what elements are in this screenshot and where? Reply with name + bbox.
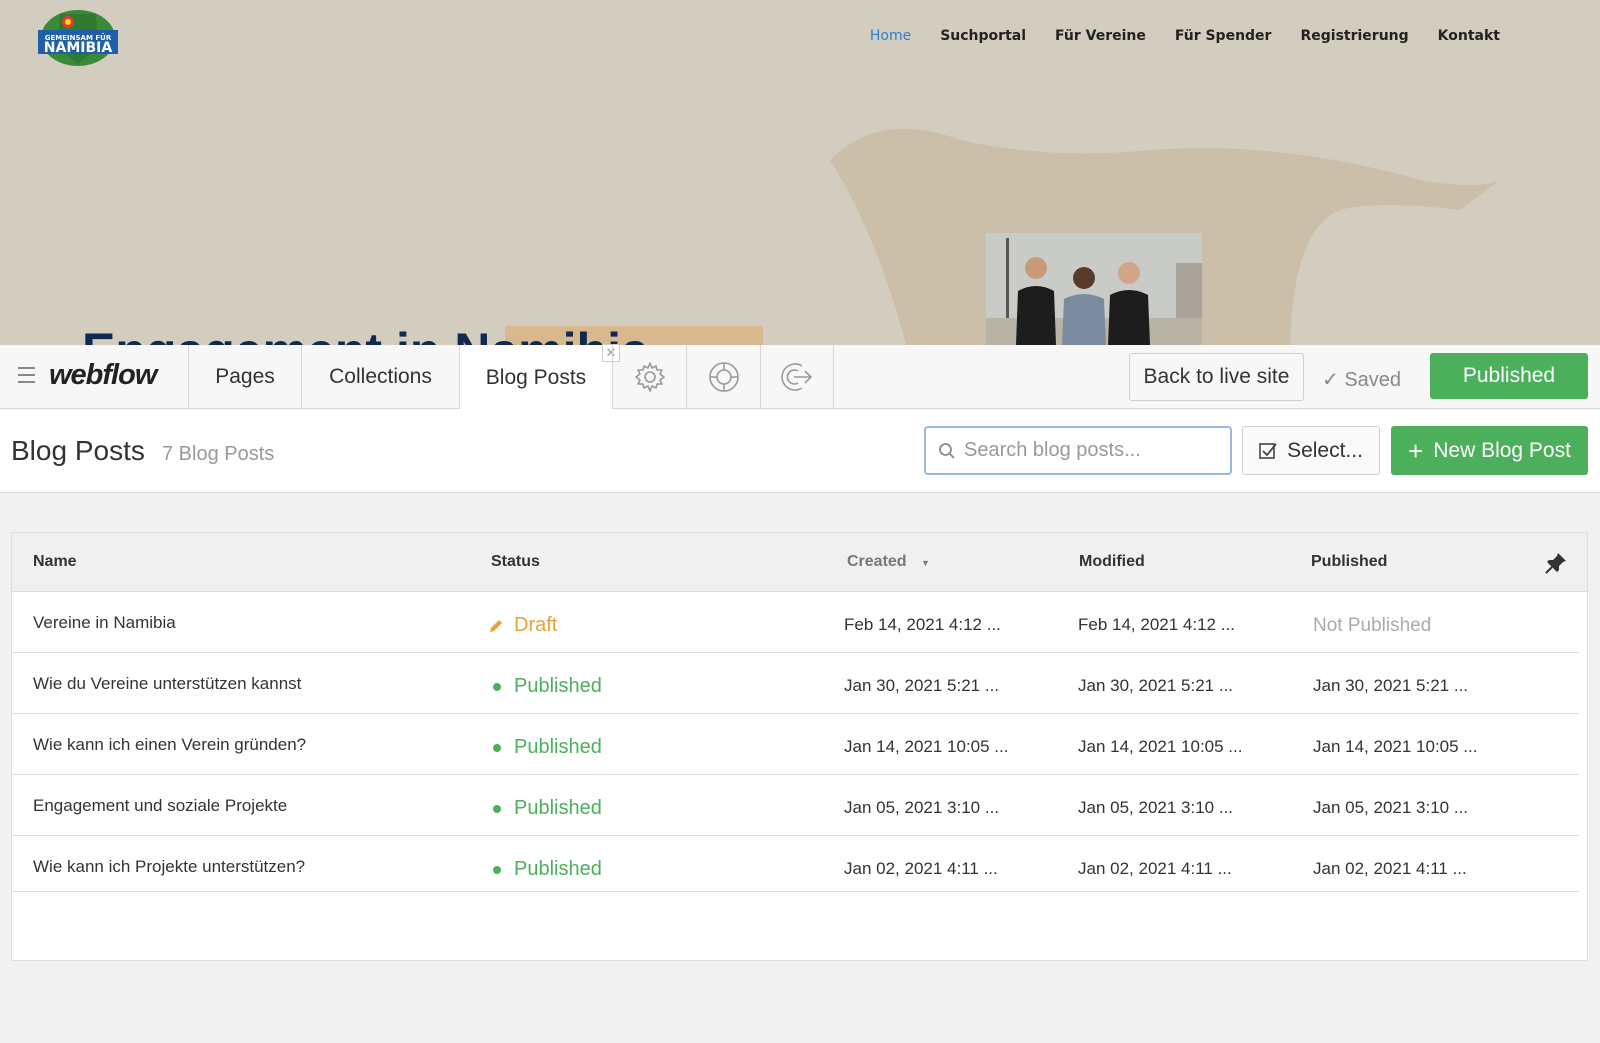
collection-header: Blog Posts 7 Blog Posts Select... + New … — [0, 409, 1600, 493]
column-created[interactable]: Created ▼ — [847, 553, 930, 571]
status-text: Published — [514, 675, 602, 697]
status-badge: Published — [493, 797, 602, 820]
tab-blog-posts[interactable]: Blog Posts ✕ — [459, 344, 620, 410]
svg-text:NAMIBIA: NAMIBIA — [44, 40, 113, 56]
post-name[interactable]: Wie kann ich Projekte unterstützen? — [33, 857, 305, 877]
modified-date: Jan 14, 2021 10:05 ... — [1078, 737, 1243, 756]
blog-posts-table: Name Status Created ▼ Modified Published… — [11, 532, 1588, 961]
hero-photo — [986, 233, 1202, 345]
site-heading: Engagement in Namibia — [82, 322, 649, 345]
status-badge: Published — [493, 736, 602, 759]
site-nav-fuer-spender[interactable]: Für Spender — [1175, 28, 1272, 44]
post-name[interactable]: Vereine in Namibia — [33, 613, 176, 633]
back-to-live-site-button[interactable]: Back to live site — [1129, 353, 1304, 401]
created-date: Jan 30, 2021 5:21 ... — [844, 676, 1000, 695]
column-status[interactable]: Status — [491, 553, 540, 571]
column-name[interactable]: Name — [33, 553, 77, 571]
modified-date: Feb 14, 2021 4:12 ... — [1078, 615, 1235, 634]
table-row[interactable]: Vereine in Namibia Draft Feb 14, 2021 4:… — [12, 592, 1579, 653]
status-text: Draft — [514, 614, 558, 636]
site-preview: GEMEINSAM FÜR NAMIBIA Home Suchportal Fü… — [0, 0, 1600, 345]
plus-icon: + — [1408, 435, 1424, 466]
status-badge: Published — [493, 858, 602, 881]
exit-icon[interactable] — [760, 345, 834, 409]
gear-icon[interactable] — [612, 345, 686, 409]
pencil-icon — [490, 620, 502, 632]
page-title: Blog Posts — [11, 435, 145, 466]
status-text: Published — [514, 797, 602, 819]
status-dot-icon — [493, 865, 501, 874]
select-button-label: Select... — [1287, 438, 1363, 462]
item-count: 7 Blog Posts — [162, 443, 275, 465]
published-button[interactable]: Published — [1430, 353, 1588, 399]
webflow-logo[interactable]: webflow — [49, 359, 157, 392]
table-row[interactable]: Wie kann ich Projekte unterstützen? Publ… — [12, 836, 1579, 892]
site-nav: Home Suchportal Für Vereine Für Spender … — [841, 28, 1500, 44]
published-date: Jan 30, 2021 5:21 ... — [1313, 676, 1469, 695]
status-dot-icon — [493, 682, 501, 691]
table-row[interactable]: Wie du Vereine unterstützen kannst Publi… — [12, 653, 1579, 714]
site-nav-suchportal[interactable]: Suchportal — [940, 28, 1026, 44]
checkbox-icon — [1259, 442, 1277, 459]
select-button[interactable]: Select... — [1242, 426, 1380, 475]
created-date: Jan 14, 2021 10:05 ... — [844, 737, 1009, 756]
post-name[interactable]: Engagement und soziale Projekte — [33, 796, 287, 816]
tab-collections[interactable]: Collections — [301, 345, 459, 409]
modified-date: Jan 30, 2021 5:21 ... — [1078, 676, 1234, 695]
published-date: Jan 05, 2021 3:10 ... — [1313, 798, 1469, 817]
modified-date: Jan 05, 2021 3:10 ... — [1078, 798, 1234, 817]
published-date: Jan 02, 2021 4:11 ... — [1313, 859, 1467, 878]
tab-blog-posts-label: Blog Posts — [485, 365, 587, 389]
site-nav-kontakt[interactable]: Kontakt — [1438, 28, 1500, 44]
new-blog-post-label: New Blog Post — [1433, 438, 1571, 462]
table-row[interactable]: Wie kann ich einen Verein gründen? Publi… — [12, 714, 1579, 775]
site-logo[interactable]: GEMEINSAM FÜR NAMIBIA — [38, 8, 118, 68]
editor-topbar: webflow Pages Collections Blog Posts ✕ B… — [0, 344, 1600, 410]
modified-date: Jan 02, 2021 4:11 ... — [1078, 859, 1232, 878]
column-created-label: Created — [847, 553, 907, 570]
sort-desc-icon: ▼ — [921, 558, 930, 568]
created-date: Jan 02, 2021 4:11 ... — [844, 859, 998, 878]
status-dot-icon — [493, 743, 501, 752]
new-blog-post-button[interactable]: + New Blog Post — [1391, 426, 1588, 475]
site-nav-home[interactable]: Home — [870, 28, 911, 44]
saved-status: ✓ Saved — [1322, 369, 1402, 391]
status-dot-icon — [493, 804, 501, 813]
created-date: Jan 05, 2021 3:10 ... — [844, 798, 1000, 817]
post-name[interactable]: Wie du Vereine unterstützen kannst — [33, 674, 301, 694]
lifebuoy-icon[interactable] — [686, 345, 760, 409]
site-nav-fuer-vereine[interactable]: Für Vereine — [1055, 28, 1146, 44]
pin-icon[interactable] — [1544, 551, 1568, 575]
site-nav-registrierung[interactable]: Registrierung — [1300, 28, 1408, 44]
published-date: Not Published — [1313, 615, 1432, 636]
published-date: Jan 14, 2021 10:05 ... — [1313, 737, 1478, 756]
menu-icon[interactable] — [18, 367, 35, 385]
checkmark-icon: ✓ — [1322, 369, 1345, 391]
tab-pages[interactable]: Pages — [188, 345, 301, 409]
table-row[interactable]: Engagement und soziale Projekte Publishe… — [12, 775, 1579, 836]
search-input[interactable] — [964, 439, 1224, 462]
created-date: Feb 14, 2021 4:12 ... — [844, 615, 1001, 634]
status-badge: Draft — [489, 614, 557, 637]
status-badge: Published — [493, 675, 602, 698]
search-icon — [939, 442, 955, 459]
column-modified[interactable]: Modified — [1079, 553, 1145, 571]
column-published[interactable]: Published — [1311, 553, 1387, 571]
status-text: Published — [514, 736, 602, 758]
post-name[interactable]: Wie kann ich einen Verein gründen? — [33, 735, 306, 755]
table-header: Name Status Created ▼ Modified Published — [12, 533, 1587, 592]
search-field[interactable] — [924, 426, 1232, 475]
status-text: Published — [514, 858, 602, 880]
